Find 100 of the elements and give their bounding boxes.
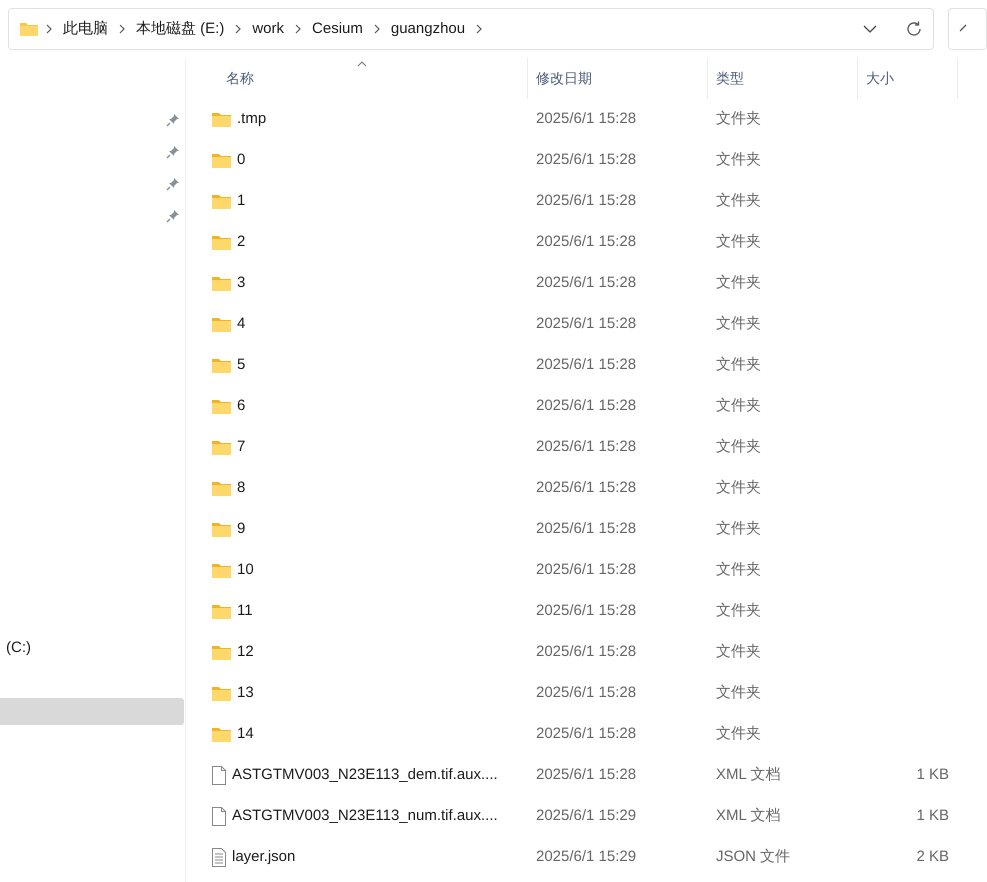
folder-icon [212,481,231,496]
file-type: 文件夹 [716,356,761,374]
pin-icon[interactable] [166,177,180,191]
refresh-icon[interactable] [904,20,923,38]
breadcrumb-item[interactable]: Cesium [308,18,367,40]
column-header[interactable]: 修改日期 [528,58,708,99]
breadcrumb-item[interactable]: 此电脑 [59,18,112,40]
modified-date: 2025/6/1 15:28 [536,315,636,332]
chevron-right-icon[interactable] [234,24,242,34]
chevron-right-icon[interactable] [372,24,381,34]
folder-icon [212,235,231,250]
modified-date: 2025/6/1 15:28 [536,725,636,742]
file-row[interactable]: 6 2025/6/1 15:28 文件夹 [186,386,987,427]
file-name: 11 [237,601,253,622]
folder-icon [212,727,231,742]
chevron-right-icon[interactable] [45,24,53,34]
file-row[interactable]: 9 2025/6/1 15:28 文件夹 [186,509,987,550]
file-row[interactable]: 14 2025/6/1 15:28 文件夹 [186,714,987,755]
file-name: 9 [237,519,246,540]
file-type: 文件夹 [716,192,761,210]
file-type: 文件夹 [716,602,761,620]
breadcrumb-item[interactable]: 本地磁盘 (E:) [132,18,228,40]
file-name: 13 [237,683,254,704]
file-name: 4 [237,314,246,334]
file-type: 文件夹 [716,397,761,414]
folder-icon [19,21,39,37]
file-row[interactable]: ASTGTMV003_N23E113_dem.tif.aux.... 2025/6/1 15:28 XML 文档 1 KB [186,755,987,796]
folder-icon [212,194,231,209]
folder-icon [212,563,231,578]
chevron-down-icon[interactable] [862,24,877,34]
modified-date: 2025/6/1 15:28 [536,151,636,168]
modified-date: 2025/6/1 15:29 [536,807,636,824]
file-row[interactable]: 13 2025/6/1 15:28 文件夹 [186,673,987,714]
column-header[interactable]: 类型 [708,58,858,99]
folder-icon [212,317,231,332]
file-name: ASTGTMV003_N23E113_num.tif.aux.... [232,806,498,826]
file-name: 10 [237,560,254,580]
file-row[interactable]: .tmp 2025/6/1 15:28 文件夹 [186,99,987,140]
file-row[interactable]: 11 2025/6/1 15:28 文件夹 [186,591,987,632]
modified-date: 2025/6/1 15:28 [536,110,636,128]
file-type: XML 文档 [716,766,780,784]
file-name: 3 [237,273,246,294]
chevron-right-icon[interactable] [294,24,302,34]
folder-icon [212,522,231,537]
file-row[interactable]: 1 2025/6/1 15:28 文件夹 [186,181,987,222]
breadcrumb-item[interactable]: work [248,18,288,40]
file-row[interactable]: ASTGTMV003_N23E113_num.tif.aux.... 2025/6/1 15:29 XML 文档 1 KB [186,796,987,837]
file-name: 5 [237,355,246,376]
folder-icon [212,276,231,291]
file-row[interactable]: 3 2025/6/1 15:28 文件夹 [186,263,987,304]
file-row[interactable]: 2 2025/6/1 15:28 文件夹 [186,222,987,263]
file-size: 1 KB [916,807,949,824]
file-type: 文件夹 [716,684,761,702]
modified-date: 2025/6/1 15:29 [536,848,636,866]
modified-date: 2025/6/1 15:28 [536,643,636,660]
column-header[interactable]: 大小 [858,58,958,99]
file-type: 文件夹 [716,520,761,538]
file-row[interactable]: layer.json 2025/6/1 15:29 JSON 文件 2 KB [186,837,987,878]
file-name: 6 [237,396,246,416]
modified-date: 2025/6/1 15:28 [536,397,636,414]
file-size: 1 KB [916,766,949,784]
modified-date: 2025/6/1 15:28 [536,520,636,538]
pin-icon[interactable] [166,145,180,159]
folder-icon [212,686,231,701]
modified-date: 2025/6/1 15:28 [536,684,636,702]
file-name: 0 [237,150,246,170]
chevron-right-icon[interactable] [475,24,484,34]
file-type: XML 文档 [716,807,780,824]
file-name: 14 [237,724,254,744]
column-header[interactable]: 名称 [186,58,528,99]
file-type: 文件夹 [716,561,761,578]
file-size: 2 KB [916,848,949,866]
folder-icon [212,440,231,455]
file-type: 文件夹 [716,110,761,128]
file-name: ASTGTMV003_N23E113_dem.tif.aux.... [232,765,498,786]
pin-icon[interactable] [166,209,180,223]
file-row[interactable]: 8 2025/6/1 15:28 文件夹 [186,468,987,509]
address-bar[interactable]: 此电脑 本地磁盘 (E:) work Cesium guangzhou [8,8,934,50]
file-row[interactable]: 4 2025/6/1 15:28 文件夹 [186,304,987,345]
chevron-right-icon[interactable] [118,24,126,34]
folder-icon [212,112,231,127]
pin-icon[interactable] [166,113,180,127]
file-type: 文件夹 [716,725,761,742]
file-row[interactable]: 7 2025/6/1 15:28 文件夹 [186,427,987,468]
file-row[interactable]: 10 2025/6/1 15:28 文件夹 [186,550,987,591]
folder-icon [212,358,231,373]
file-type: 文件夹 [716,438,761,456]
modified-date: 2025/6/1 15:28 [536,602,636,620]
folder-icon [212,399,231,414]
file-name: layer.json [232,847,296,868]
modified-date: 2025/6/1 15:28 [536,766,636,784]
sidebar-label: (C:) [5,638,32,658]
file-row[interactable]: 5 2025/6/1 15:28 文件夹 [186,345,987,386]
file-row[interactable]: 0 2025/6/1 15:28 文件夹 [186,140,987,181]
modified-date: 2025/6/1 15:28 [536,561,636,578]
file-row[interactable]: 12 2025/6/1 15:28 文件夹 [186,632,987,673]
folder-icon [212,604,231,619]
file-type: 文件夹 [716,151,761,168]
breadcrumb-item[interactable]: guangzhou [386,18,470,40]
file-name: 8 [237,478,246,498]
